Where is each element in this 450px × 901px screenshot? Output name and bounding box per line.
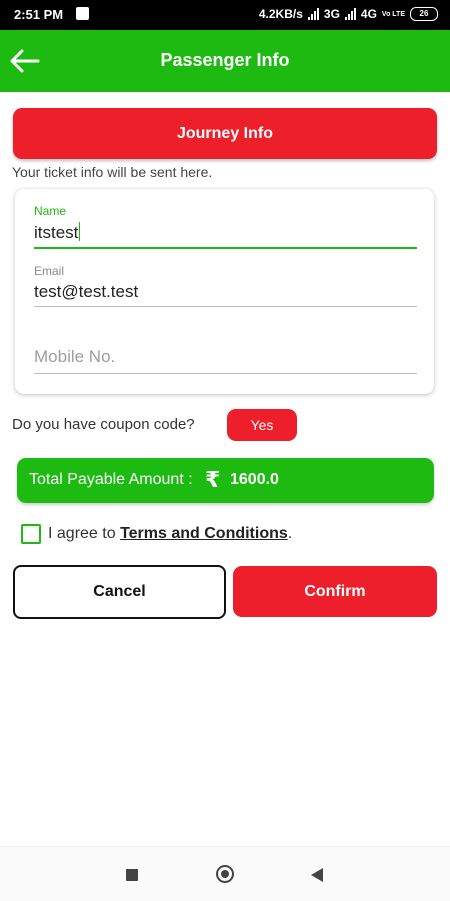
signal-icon <box>344 8 356 20</box>
mobile-field[interactable]: Mobile No. <box>34 347 417 374</box>
recents-icon[interactable] <box>126 869 138 881</box>
ticket-info-hint: Your ticket info will be sent here. <box>12 164 213 180</box>
terms-text: I agree to Terms and Conditions. <box>48 525 292 543</box>
page-title: Passenger Info <box>160 50 290 70</box>
email-underline <box>34 306 417 307</box>
network-speed: 4.2KB/s <box>258 7 303 21</box>
home-icon[interactable] <box>216 865 234 883</box>
passenger-form-card: Name itstest Email test@test.test Mobile… <box>15 189 434 394</box>
cancel-button[interactable]: Cancel <box>13 565 226 619</box>
system-nav-bar <box>0 846 450 901</box>
email-label: Email <box>34 264 65 278</box>
text-cursor <box>79 222 81 241</box>
name-label: Name <box>34 204 67 218</box>
name-underline <box>34 247 417 249</box>
name-field[interactable]: Name itstest <box>34 204 417 249</box>
email-input[interactable]: test@test.test <box>34 282 417 306</box>
name-input[interactable]: itstest <box>34 223 78 242</box>
email-field[interactable]: Email test@test.test <box>34 264 417 307</box>
terms-prefix: I agree to <box>48 525 116 542</box>
volte-icon: Vo LTE <box>381 10 405 18</box>
status-indicators: 4.2KB/s 3G 4G Vo LTE 26 <box>259 7 438 21</box>
journey-info-button[interactable]: Journey Info <box>13 108 437 159</box>
battery-icon: 26 <box>410 7 438 21</box>
network-type-2: 4G <box>360 7 377 21</box>
terms-suffix: . <box>287 525 293 542</box>
total-payable-bar: Total Payable Amount : ₹ 1600.0 <box>17 458 434 503</box>
total-amount: 1600.0 <box>230 471 279 488</box>
coupon-question: Do you have coupon code? <box>12 416 195 433</box>
network-type-1: 3G <box>323 7 340 21</box>
status-bar: 2:51 PM 4.2KB/s 3G 4G Vo LTE 26 <box>0 0 450 30</box>
status-time: 2:51 PM <box>14 7 64 22</box>
app-bar: Passenger Info <box>0 30 450 92</box>
mobile-input[interactable]: Mobile No. <box>34 347 417 373</box>
mobile-underline <box>34 373 417 374</box>
coupon-yes-button[interactable]: Yes <box>227 409 297 441</box>
confirm-button[interactable]: Confirm <box>233 566 437 617</box>
total-label: Total Payable Amount : <box>29 471 193 488</box>
notification-icon <box>76 7 89 20</box>
signal-icon <box>307 8 319 20</box>
back-triangle-icon[interactable] <box>311 868 323 882</box>
rupee-icon: ₹ <box>205 467 221 492</box>
terms-checkbox[interactable] <box>21 524 41 544</box>
terms-link[interactable]: Terms and Conditions <box>120 525 288 542</box>
